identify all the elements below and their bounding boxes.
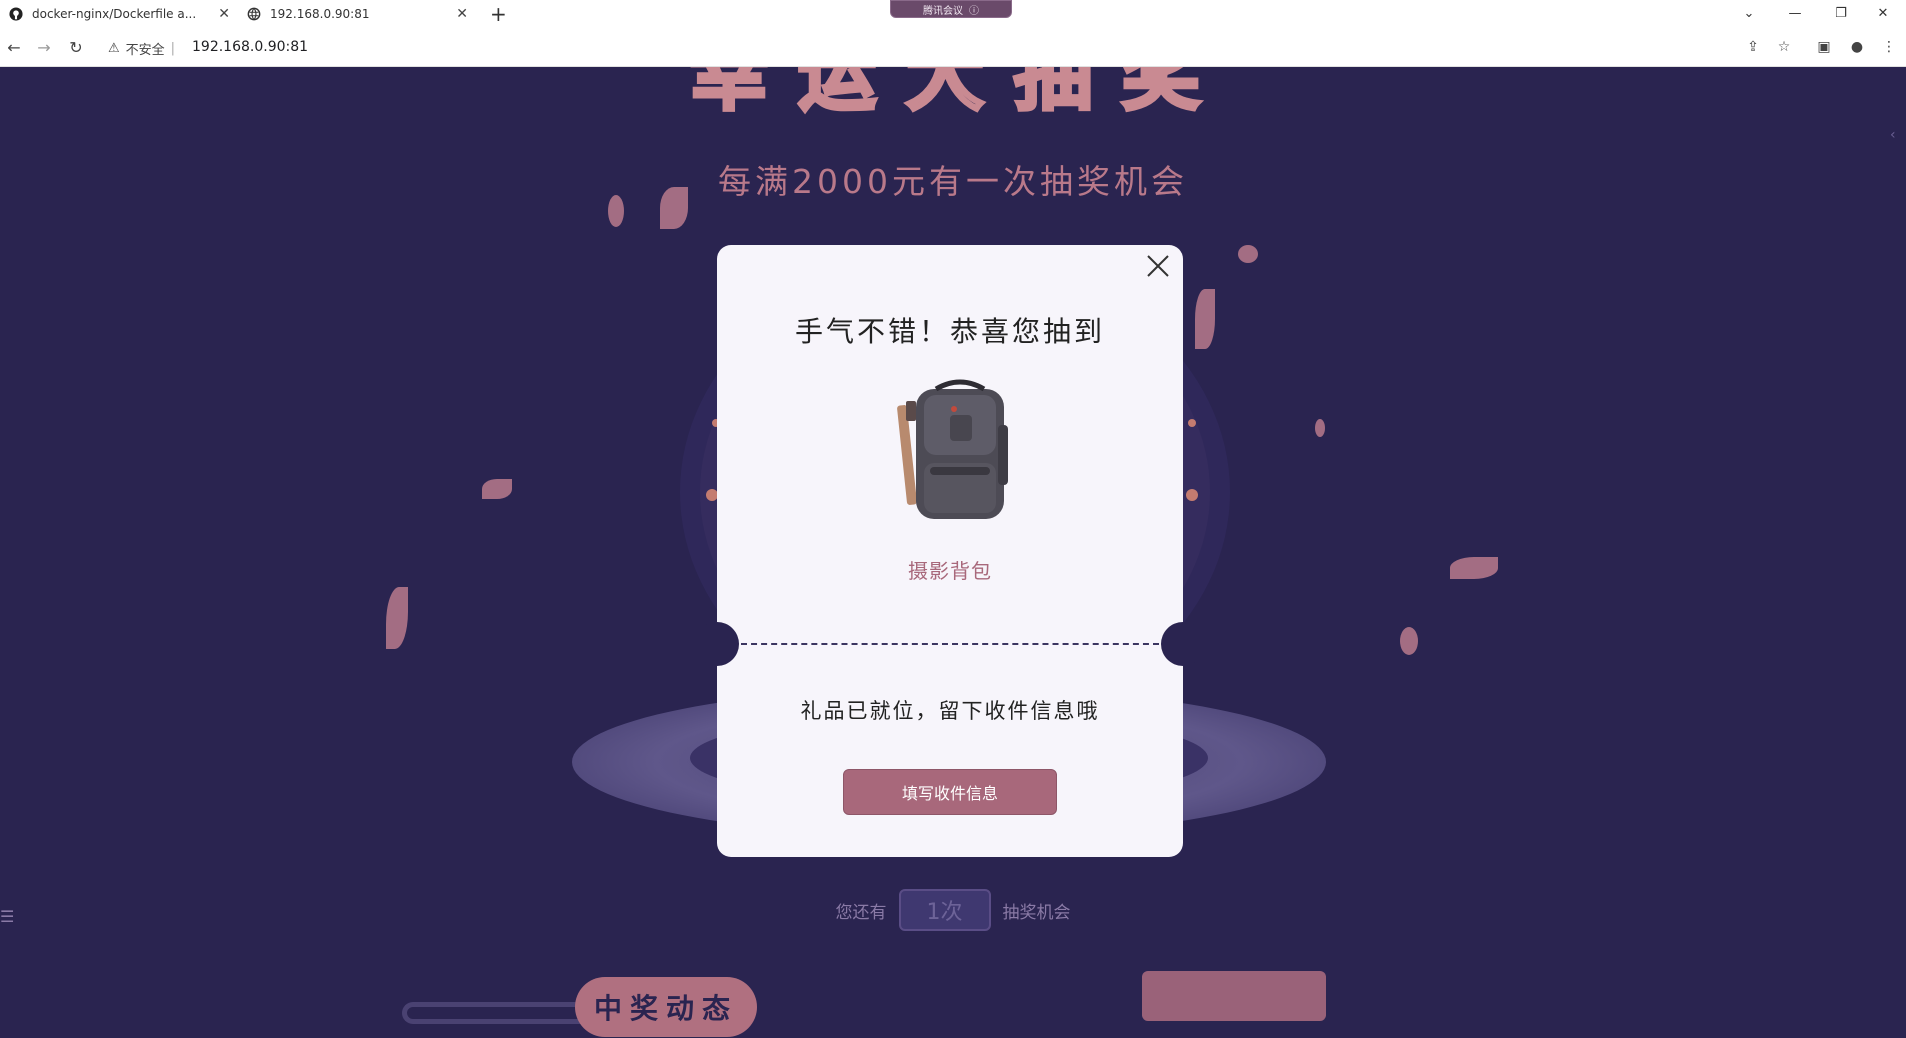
- person-icon: ●: [1850, 39, 1864, 55]
- page-hero-title: 幸运大抽奖: [688, 67, 1230, 121]
- confetti-piece: [1450, 557, 1498, 579]
- confetti-piece: [386, 587, 408, 649]
- ticket-notch-right: [1161, 622, 1205, 666]
- kebab-menu-icon: ⋮: [1882, 39, 1896, 55]
- confetti-piece: [1238, 245, 1258, 263]
- bookmark-button[interactable]: ☆: [1773, 36, 1795, 58]
- camera-backpack-image: [880, 375, 1020, 525]
- reload-icon: ↻: [69, 37, 83, 57]
- chances-prefix: 您还有: [835, 902, 887, 923]
- winners-badge: 中奖动态: [575, 977, 757, 1037]
- chevron-down-icon: ⌄: [1743, 6, 1755, 21]
- minimize-icon: —: [1788, 6, 1802, 21]
- minimize-button[interactable]: —: [1772, 0, 1818, 27]
- ticket-notch-left: [695, 622, 739, 666]
- profile-button[interactable]: ●: [1846, 36, 1868, 58]
- chances-row: 您还有 1次 抽奖机会: [0, 889, 1906, 931]
- chances-suffix: 抽奖机会: [1002, 902, 1071, 923]
- tab-local-server[interactable]: 192.168.0.90:81 ✕: [246, 0, 474, 27]
- back-button[interactable]: ←: [2, 35, 26, 59]
- meeting-label: 腾讯会议: [923, 5, 963, 17]
- chevron-left-icon[interactable]: ‹: [1890, 127, 1896, 143]
- globe-icon: [246, 6, 262, 22]
- confetti-piece: [1195, 289, 1215, 349]
- security-label: 不安全: [125, 43, 165, 58]
- new-tab-button[interactable]: +: [490, 2, 507, 26]
- arrow-right-icon: →: [37, 37, 51, 57]
- close-icon: ✕: [1877, 6, 1889, 21]
- address-bar: ← → ↻ ⚠ 不安全 | 192.168.0.90:81 ⇪ ☆ ▣ ● ⋮: [0, 27, 1906, 67]
- separator: |: [170, 41, 176, 56]
- list-menu-icon[interactable]: ☰: [0, 907, 14, 926]
- wheel-light: [1188, 419, 1196, 427]
- side-panel-icon: ▣: [1817, 39, 1831, 55]
- close-icon[interactable]: ✕: [218, 6, 230, 22]
- ticket-divider: [741, 643, 1159, 645]
- url-field[interactable]: 192.168.0.90:81: [192, 39, 308, 55]
- forward-button[interactable]: →: [32, 35, 56, 59]
- tab-title: 192.168.0.90:81: [270, 6, 370, 21]
- wheel-light: [1186, 489, 1198, 501]
- menu-button[interactable]: ⋮: [1878, 36, 1900, 58]
- github-icon: [8, 6, 24, 22]
- confetti-piece: [660, 187, 688, 229]
- confetti-piece: [482, 479, 512, 499]
- confetti-piece: [1400, 627, 1418, 655]
- tab-github[interactable]: docker-nginx/Dockerfile a... ✕: [8, 0, 236, 27]
- modal-title: 手气不错！恭喜您抽到: [794, 315, 1105, 348]
- tab-title: docker-nginx/Dockerfile a...: [32, 6, 197, 21]
- close-window-button[interactable]: ✕: [1860, 0, 1906, 27]
- gift-note: 礼品已就位，留下收件信息哦: [800, 699, 1100, 723]
- info-icon: ⓘ: [969, 5, 979, 17]
- restore-icon: ❐: [1835, 6, 1847, 21]
- browser-tab-bar: docker-nginx/Dockerfile a... ✕ 192.168.0…: [0, 0, 1906, 27]
- confetti-piece: [1315, 419, 1325, 437]
- meeting-indicator[interactable]: 腾讯会议 ⓘ: [890, 0, 1012, 18]
- prize-modal: 手气不错！恭喜您抽到 摄影背包 礼品已就位，留下收件信息哦 填写收件信息: [695, 245, 1205, 857]
- prize-name: 摄影背包: [908, 559, 992, 583]
- restore-button[interactable]: ❐: [1818, 0, 1864, 27]
- close-icon: [1147, 255, 1169, 277]
- confetti-piece: [608, 195, 624, 227]
- chances-count: 1次: [898, 889, 991, 931]
- close-modal-button[interactable]: [1143, 253, 1173, 283]
- warning-icon: ⚠: [108, 41, 120, 56]
- my-prizes-button[interactable]: [1142, 971, 1326, 1021]
- star-icon: ☆: [1777, 39, 1791, 55]
- fill-address-button[interactable]: 填写收件信息: [843, 769, 1057, 815]
- reload-button[interactable]: ↻: [64, 35, 88, 59]
- winners-decoration: [402, 1002, 582, 1024]
- share-icon: ⇪: [1747, 39, 1759, 55]
- side-panel-button[interactable]: ▣: [1813, 36, 1835, 58]
- security-indicator[interactable]: ⚠ 不安全 |: [108, 39, 175, 58]
- close-icon[interactable]: ✕: [456, 6, 468, 22]
- page-subtitle: 每满2000元有一次抽奖机会: [718, 162, 1188, 201]
- tab-search-button[interactable]: ⌄: [1726, 0, 1772, 27]
- share-button[interactable]: ⇪: [1742, 36, 1764, 58]
- arrow-left-icon: ←: [7, 37, 21, 57]
